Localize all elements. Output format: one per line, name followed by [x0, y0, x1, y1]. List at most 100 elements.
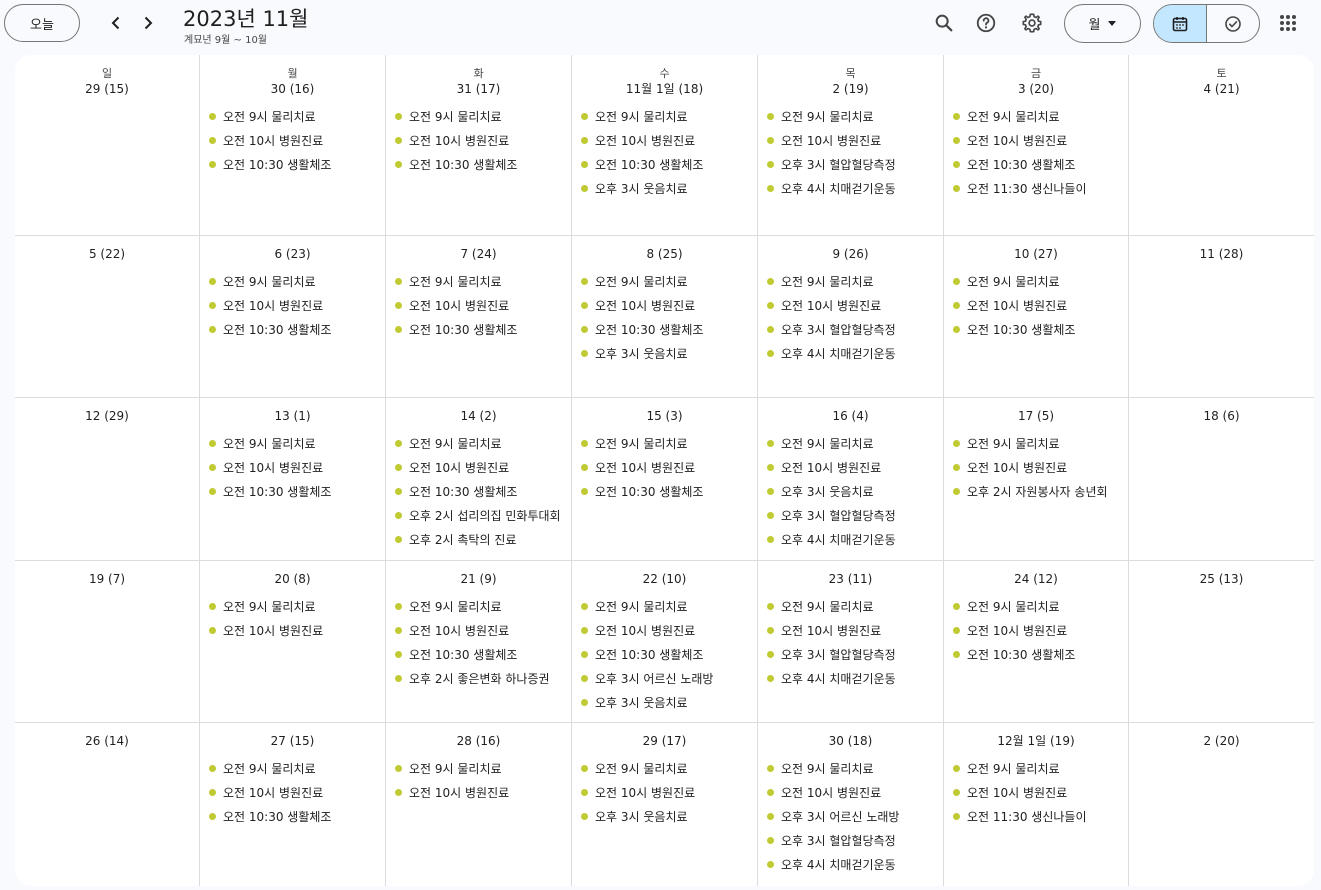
event-item[interactable]: 오전 10시 병원진료 — [767, 780, 943, 804]
day-number[interactable]: 9 (26) — [758, 246, 943, 262]
day-number[interactable]: 23 (11) — [758, 571, 943, 587]
day-number[interactable]: 8 (25) — [572, 246, 757, 262]
day-cell[interactable]: 26 (14) — [15, 723, 200, 886]
event-item[interactable]: 오후 4시 치매걷기운동 — [767, 527, 943, 551]
day-number[interactable]: 31 (17) — [386, 81, 571, 97]
day-cell[interactable]: 25 (13) — [1129, 561, 1314, 723]
event-item[interactable]: 오전 10:30 생활체조 — [209, 317, 385, 341]
event-item[interactable]: 오전 10:30 생활체조 — [395, 479, 571, 503]
event-item[interactable]: 오후 3시 혈압혈당측정 — [767, 317, 943, 341]
event-item[interactable]: 오전 10:30 생활체조 — [581, 642, 757, 666]
event-item[interactable]: 오후 3시 어르신 노래방 — [767, 804, 943, 828]
event-item[interactable]: 오전 10시 병원진료 — [953, 128, 1128, 152]
event-item[interactable]: 오전 10시 병원진료 — [953, 455, 1128, 479]
event-item[interactable]: 오후 2시 촉탁의 진료 — [395, 527, 571, 551]
day-cell[interactable]: 29 (17) 오전 9시 물리치료 오전 10시 병원진료 오후 3시 웃음치료 — [572, 723, 758, 886]
event-item[interactable]: 오전 10:30 생활체조 — [395, 152, 571, 176]
event-item[interactable]: 오전 9시 물리치료 — [581, 104, 757, 128]
event-item[interactable]: 오전 9시 물리치료 — [767, 104, 943, 128]
event-item[interactable]: 오전 11:30 생신나들이 — [953, 176, 1128, 200]
day-number[interactable]: 2 (20) — [1129, 733, 1314, 749]
day-cell[interactable]: 금3 (20) 오전 9시 물리치료 오전 10시 병원진료 오전 10:30 생활체… — [944, 55, 1129, 236]
day-cell[interactable]: 5 (22) — [15, 236, 200, 398]
search-button[interactable] — [930, 9, 958, 37]
event-item[interactable]: 오전 9시 물리치료 — [581, 269, 757, 293]
day-number[interactable]: 18 (6) — [1129, 408, 1314, 424]
event-item[interactable]: 오후 4시 치매걷기운동 — [767, 176, 943, 200]
day-number[interactable]: 16 (4) — [758, 408, 943, 424]
event-item[interactable]: 오후 2시 섭리의집 민화투대회 — [395, 503, 571, 527]
event-item[interactable]: 오전 10시 병원진료 — [767, 293, 943, 317]
view-select[interactable]: 월 — [1064, 4, 1141, 43]
previous-month-button[interactable] — [101, 8, 131, 38]
tasks-view-toggle[interactable] — [1206, 5, 1259, 42]
event-item[interactable]: 오후 3시 웃음치료 — [581, 176, 757, 200]
day-number[interactable]: 28 (16) — [386, 733, 571, 749]
day-cell[interactable]: 21 (9) 오전 9시 물리치료 오전 10시 병원진료 오전 10:30 생활체조… — [386, 561, 572, 723]
event-item[interactable]: 오전 10:30 생활체조 — [395, 317, 571, 341]
event-item[interactable]: 오전 9시 물리치료 — [953, 104, 1128, 128]
event-item[interactable]: 오후 4시 치매걷기운동 — [767, 852, 943, 876]
event-item[interactable]: 오후 3시 혈압혈당측정 — [767, 152, 943, 176]
day-number[interactable]: 21 (9) — [386, 571, 571, 587]
event-item[interactable]: 오후 3시 웃음치료 — [581, 690, 757, 714]
day-cell[interactable]: 22 (10) 오전 9시 물리치료 오전 10시 병원진료 오전 10:30 생활체… — [572, 561, 758, 723]
event-item[interactable]: 오전 9시 물리치료 — [209, 269, 385, 293]
day-cell[interactable]: 9 (26) 오전 9시 물리치료 오전 10시 병원진료 오후 3시 혈압혈당측정 오… — [758, 236, 944, 398]
event-item[interactable]: 오후 3시 웃음치료 — [581, 341, 757, 365]
event-item[interactable]: 오전 10:30 생활체조 — [581, 317, 757, 341]
event-item[interactable]: 오전 10:30 생활체조 — [953, 642, 1128, 666]
day-cell[interactable]: 11 (28) — [1129, 236, 1314, 398]
day-number[interactable]: 10 (27) — [944, 246, 1128, 262]
event-item[interactable]: 오후 3시 어르신 노래방 — [581, 666, 757, 690]
day-number[interactable]: 3 (20) — [944, 81, 1128, 97]
event-item[interactable]: 오후 2시 좋은변화 하나증권 — [395, 666, 571, 690]
event-item[interactable]: 오전 10시 병원진료 — [581, 293, 757, 317]
event-item[interactable]: 오전 9시 물리치료 — [767, 269, 943, 293]
event-item[interactable]: 오전 10시 병원진료 — [953, 780, 1128, 804]
day-number[interactable]: 30 (16) — [200, 81, 385, 97]
day-cell[interactable]: 20 (8) 오전 9시 물리치료 오전 10시 병원진료 — [200, 561, 386, 723]
day-cell[interactable]: 6 (23) 오전 9시 물리치료 오전 10시 병원진료 오전 10:30 생활체조 — [200, 236, 386, 398]
event-item[interactable]: 오후 4시 치매걷기운동 — [767, 666, 943, 690]
day-number[interactable]: 15 (3) — [572, 408, 757, 424]
event-item[interactable]: 오전 10시 병원진료 — [395, 455, 571, 479]
event-item[interactable]: 오전 9시 물리치료 — [581, 594, 757, 618]
event-item[interactable]: 오전 10시 병원진료 — [767, 128, 943, 152]
day-number[interactable]: 5 (22) — [15, 246, 199, 262]
event-item[interactable]: 오전 10시 병원진료 — [395, 293, 571, 317]
day-cell[interactable]: 23 (11) 오전 9시 물리치료 오전 10시 병원진료 오후 3시 혈압혈당측정… — [758, 561, 944, 723]
day-number[interactable]: 22 (10) — [572, 571, 757, 587]
event-item[interactable]: 오전 9시 물리치료 — [953, 269, 1128, 293]
event-item[interactable]: 오전 10시 병원진료 — [395, 128, 571, 152]
day-number[interactable]: 29 (17) — [572, 733, 757, 749]
day-cell[interactable]: 15 (3) 오전 9시 물리치료 오전 10시 병원진료 오전 10:30 생활체조 — [572, 398, 758, 561]
event-item[interactable]: 오전 10시 병원진료 — [767, 618, 943, 642]
day-cell[interactable]: 27 (15) 오전 9시 물리치료 오전 10시 병원진료 오전 10:30 생활체… — [200, 723, 386, 886]
day-number[interactable]: 30 (18) — [758, 733, 943, 749]
event-item[interactable]: 오후 3시 혈압혈당측정 — [767, 503, 943, 527]
day-cell[interactable]: 8 (25) 오전 9시 물리치료 오전 10시 병원진료 오전 10:30 생활체조… — [572, 236, 758, 398]
event-item[interactable]: 오전 9시 물리치료 — [209, 594, 385, 618]
event-item[interactable]: 오전 10시 병원진료 — [209, 293, 385, 317]
day-number[interactable]: 11 (28) — [1129, 246, 1314, 262]
day-number[interactable]: 25 (13) — [1129, 571, 1314, 587]
event-item[interactable]: 오전 9시 물리치료 — [209, 104, 385, 128]
event-item[interactable]: 오전 9시 물리치료 — [395, 431, 571, 455]
apps-button[interactable] — [1275, 10, 1301, 36]
event-item[interactable]: 오전 9시 물리치료 — [395, 104, 571, 128]
day-number[interactable]: 6 (23) — [200, 246, 385, 262]
day-cell[interactable]: 13 (1) 오전 9시 물리치료 오전 10시 병원진료 오전 10:30 생활체조 — [200, 398, 386, 561]
event-item[interactable]: 오전 10:30 생활체조 — [953, 317, 1128, 341]
day-number[interactable]: 2 (19) — [758, 81, 943, 97]
day-cell[interactable]: 7 (24) 오전 9시 물리치료 오전 10시 병원진료 오전 10:30 생활체조 — [386, 236, 572, 398]
event-item[interactable]: 오후 4시 치매걷기운동 — [767, 341, 943, 365]
day-cell[interactable]: 화 31 (17) 오전 9시 물리치료 오전 10시 병원진료 오전 10:30 생활… — [386, 55, 572, 236]
day-cell[interactable]: 17 (5) 오전 9시 물리치료 오전 10시 병원진료 오후 2시 자원봉사자 송… — [944, 398, 1129, 561]
event-item[interactable]: 오전 9시 물리치료 — [767, 431, 943, 455]
event-item[interactable]: 오전 10시 병원진료 — [953, 618, 1128, 642]
event-item[interactable]: 오전 10시 병원진료 — [209, 455, 385, 479]
event-item[interactable]: 오전 10시 병원진료 — [395, 780, 571, 804]
event-item[interactable]: 오전 10시 병원진료 — [953, 293, 1128, 317]
event-item[interactable]: 오전 9시 물리치료 — [953, 594, 1128, 618]
